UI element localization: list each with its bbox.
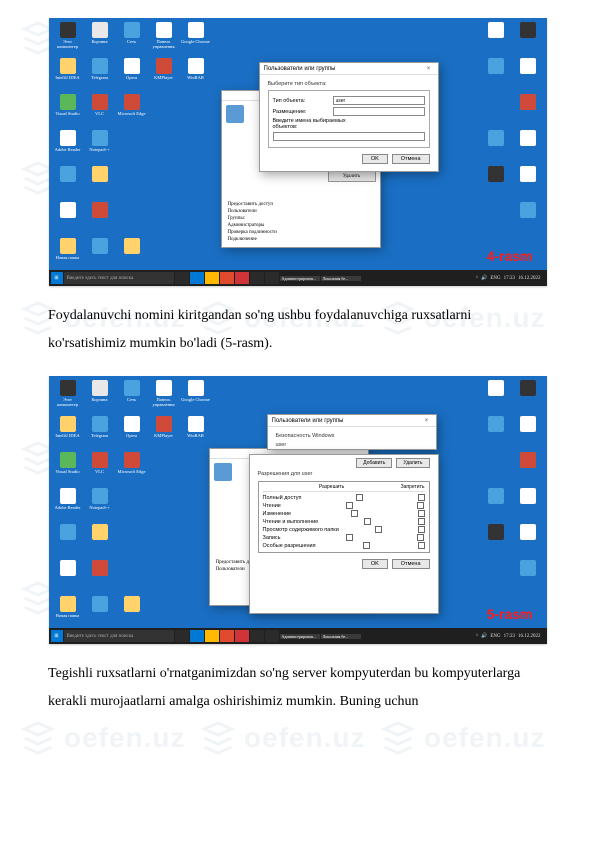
checkbox[interactable] bbox=[351, 510, 358, 517]
system-tray: ^🔊 ENG 17:23 16.12.2022 bbox=[476, 275, 545, 281]
taskbar-icon[interactable] bbox=[250, 272, 264, 284]
checkbox[interactable] bbox=[418, 510, 425, 517]
ok-button[interactable]: ОK bbox=[362, 154, 388, 164]
checkbox[interactable] bbox=[418, 542, 425, 549]
permissions-dialog: Добавить Удалить Разрешения для user Раз… bbox=[249, 454, 439, 614]
taskbar-icon[interactable] bbox=[235, 630, 249, 642]
taskbar-task[interactable]: Локальная бе... bbox=[321, 634, 361, 639]
task-view-icon[interactable] bbox=[175, 630, 189, 642]
body-paragraph: Foydalanuvchi nomini kiritgandan so'ng u… bbox=[48, 302, 547, 358]
checkbox[interactable] bbox=[364, 518, 371, 525]
screenshot-5: Этот компьютер Корзина Сеть Панель управ… bbox=[49, 376, 547, 644]
add-button[interactable]: Добавить bbox=[356, 458, 392, 468]
names-input[interactable] bbox=[273, 132, 425, 141]
taskbar-icon[interactable] bbox=[220, 630, 234, 642]
figure-caption: 5-rasm bbox=[487, 606, 533, 622]
search-input[interactable]: Введите здесь текст для поиска bbox=[64, 272, 174, 284]
taskbar-task[interactable]: Локальная бе... bbox=[321, 276, 361, 281]
task-view-icon[interactable] bbox=[175, 272, 189, 284]
checkbox[interactable] bbox=[346, 534, 353, 541]
watermark: oefen.uz bbox=[380, 720, 546, 756]
delete-button[interactable]: Удалить bbox=[328, 171, 376, 182]
taskbar-task[interactable]: Администрирован... bbox=[280, 634, 320, 639]
taskbar-icon[interactable] bbox=[190, 272, 204, 284]
system-tray: ^🔊 ENG 17:23 16.12.2022 bbox=[476, 633, 545, 639]
screenshot-4: Этот компьютер Корзина Сеть Панель управ… bbox=[49, 18, 547, 286]
checkbox[interactable] bbox=[363, 542, 370, 549]
taskbar: ⊞ Введите здесь текст для поиска Админис… bbox=[49, 270, 547, 286]
cancel-button[interactable]: Отмена bbox=[392, 559, 430, 569]
remove-button[interactable]: Удалить bbox=[396, 458, 429, 468]
taskbar-task[interactable]: Администрирован... bbox=[280, 276, 320, 281]
top-dialog: Пользователи или группы × Безопасность W… bbox=[267, 414, 437, 450]
watermark: oefen.uz bbox=[200, 720, 366, 756]
shield-icon bbox=[214, 463, 232, 481]
permissions-list: РазрешитьЗапретить Полный доступ Чтение … bbox=[258, 481, 430, 553]
checkbox[interactable] bbox=[418, 518, 425, 525]
checkbox[interactable] bbox=[375, 526, 382, 533]
close-icon[interactable]: × bbox=[424, 66, 434, 72]
select-user-dialog: Пользователи или группы × Выберите тип о… bbox=[259, 62, 439, 172]
taskbar-icon[interactable] bbox=[220, 272, 234, 284]
figure-caption: 4-rasm bbox=[487, 248, 533, 264]
checkbox[interactable] bbox=[417, 534, 424, 541]
dialog-title: Пользователи или группы bbox=[272, 418, 344, 424]
location-input[interactable] bbox=[333, 107, 425, 116]
start-button[interactable]: ⊞ bbox=[51, 272, 63, 284]
start-button[interactable]: ⊞ bbox=[51, 630, 63, 642]
taskbar-icon[interactable] bbox=[190, 630, 204, 642]
checkbox[interactable] bbox=[418, 526, 425, 533]
taskbar: ⊞ Введите здесь текст для поиска Админис… bbox=[49, 628, 547, 644]
taskbar-icon[interactable] bbox=[265, 630, 279, 642]
search-input[interactable]: Введите здесь текст для поиска bbox=[64, 630, 174, 642]
checkbox[interactable] bbox=[417, 502, 424, 509]
watermark: oefen.uz bbox=[20, 720, 186, 756]
close-icon[interactable]: × bbox=[422, 418, 432, 424]
taskbar-icon[interactable] bbox=[250, 630, 264, 642]
body-paragraph: Tegishli ruxsatlarni o'rnatganimizdan so… bbox=[48, 660, 547, 716]
dialog-title: Пользователи или группы bbox=[264, 66, 336, 72]
checkbox[interactable] bbox=[356, 494, 363, 501]
checkbox[interactable] bbox=[418, 494, 425, 501]
page-content: Этот компьютер Корзина Сеть Панель управ… bbox=[0, 0, 595, 716]
taskbar-icon[interactable] bbox=[205, 630, 219, 642]
ok-button[interactable]: ОK bbox=[362, 559, 388, 569]
taskbar-icon[interactable] bbox=[205, 272, 219, 284]
taskbar-icon[interactable] bbox=[235, 272, 249, 284]
shield-icon bbox=[226, 105, 244, 123]
checkbox[interactable] bbox=[346, 502, 353, 509]
cancel-button[interactable]: Отмена bbox=[392, 154, 430, 164]
object-type-input[interactable] bbox=[333, 96, 425, 105]
taskbar-icon[interactable] bbox=[265, 272, 279, 284]
